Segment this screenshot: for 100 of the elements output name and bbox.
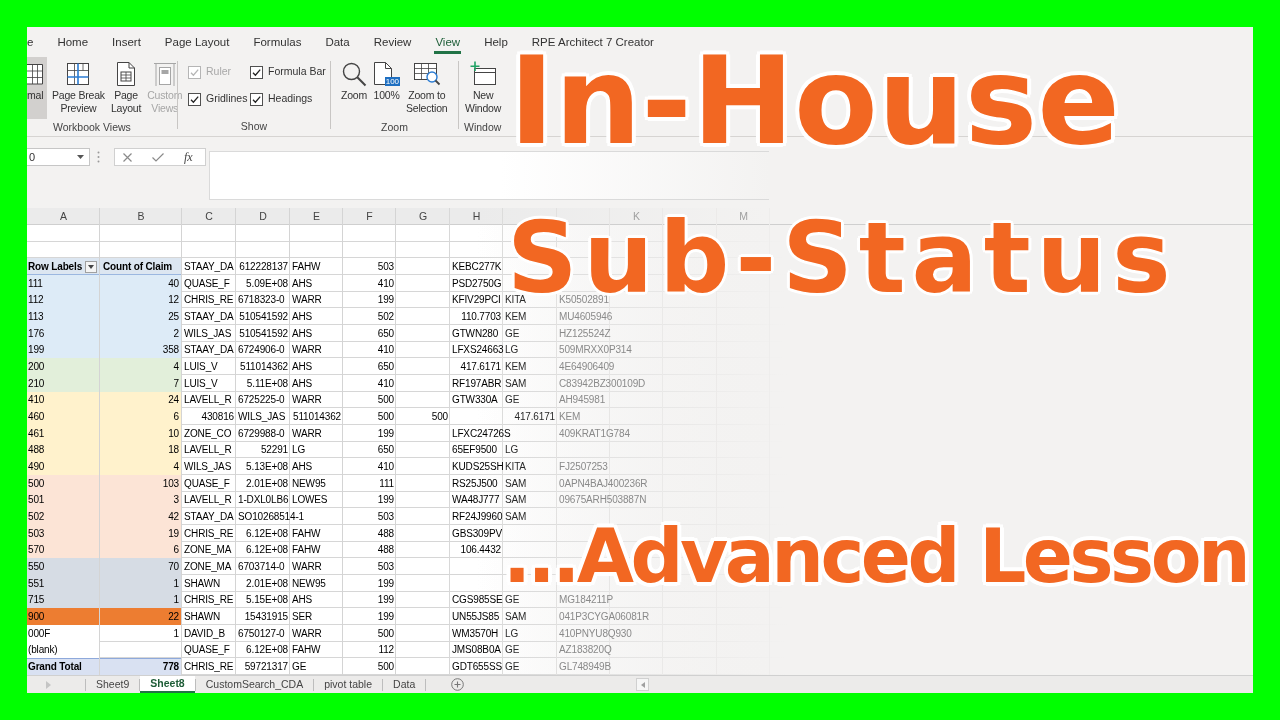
column-header[interactable]: B <box>137 211 145 221</box>
table-cell: LUIS_V <box>184 378 218 388</box>
row-label-cell[interactable]: 550 <box>27 558 100 575</box>
table-cell: 511014362 <box>240 362 288 372</box>
checkbox[interactable] <box>250 92 263 106</box>
column-header[interactable]: H <box>472 211 481 221</box>
ribbon-button[interactable]: Zoom to Selection <box>405 57 449 119</box>
table-cell: KEM <box>505 312 527 322</box>
ribbon-button[interactable]: Page Break Preview <box>51 57 106 119</box>
ribbon-tab[interactable]: Data <box>313 31 362 54</box>
table-cell: 509MRXX0P314 <box>559 345 632 355</box>
table-cell: SAM <box>505 495 527 505</box>
table-cell: RF24J9960 <box>452 512 503 521</box>
table-cell: 111 <box>379 478 394 488</box>
ribbon-button[interactable]: Page Layout <box>109 57 143 119</box>
ribbon-button[interactable]: Zoom <box>340 57 369 119</box>
row-label-cell[interactable]: 200 <box>27 358 100 375</box>
ribbon-button[interactable]: 100 100% <box>372 57 402 119</box>
table-cell: LG <box>292 445 306 455</box>
cross-icon[interactable] <box>123 152 132 162</box>
ribbon-tab[interactable]: Insert <box>100 31 153 54</box>
row-label-cell[interactable]: 570 <box>27 541 100 559</box>
ribbon-tab[interactable]: Review <box>361 31 424 54</box>
column-header[interactable]: C <box>205 211 213 221</box>
custom-views-icon <box>151 61 178 87</box>
table-cell: LOWES <box>292 495 328 505</box>
ribbon-button[interactable]: New Window <box>465 57 502 119</box>
table-cell: 488 <box>377 528 394 538</box>
ribbon-tab[interactable]: View <box>423 31 473 54</box>
table-cell: CHRIS_RE <box>184 595 234 605</box>
table-cell: AHS <box>292 462 313 472</box>
table-cell: 6703714-0 <box>238 561 285 571</box>
count-cell: 4 <box>100 358 182 375</box>
table-cell: 52291 <box>260 445 288 455</box>
row-label-cell[interactable]: 502 <box>27 508 100 525</box>
column-header[interactable]: A <box>60 211 67 221</box>
scroll-left-button[interactable] <box>636 678 650 691</box>
table-cell: 503 <box>377 512 394 521</box>
filter-button[interactable] <box>85 260 97 273</box>
page-break-icon <box>66 62 91 86</box>
table-cell: FAHW <box>292 262 321 272</box>
row-label-cell[interactable]: 113 <box>27 308 100 325</box>
table-cell: 65EF9500 <box>452 445 497 455</box>
ribbon-tab[interactable]: Page Layout <box>152 31 242 54</box>
grid-icon <box>27 63 43 85</box>
add-sheet-icon[interactable] <box>451 678 465 691</box>
checkbox-label[interactable]: Gridlines <box>206 91 248 107</box>
table-cell: MG184211P <box>559 595 614 605</box>
ribbon-tab[interactable]: Home <box>45 31 101 54</box>
checkbox[interactable] <box>188 92 201 106</box>
ribbon-tab[interactable]: RPE Architect 7 Creator <box>519 31 666 54</box>
check-icon[interactable] <box>152 152 164 162</box>
insert-function-button[interactable]: fx <box>184 150 193 164</box>
table-cell: MU4605946 <box>559 312 613 322</box>
table-cell: 650 <box>377 362 394 372</box>
table-cell: CHRIS_RE <box>184 661 234 671</box>
count-cell: 22 <box>100 608 182 625</box>
sheet-tab[interactable]: Sheet9 <box>86 676 140 693</box>
ribbon-tab[interactable]: Help <box>472 31 520 54</box>
column-header[interactable]: G <box>418 211 428 221</box>
ribbon-tab[interactable]: Formulas <box>241 31 314 54</box>
column-header[interactable]: D <box>259 211 267 221</box>
table-cell: 6.12E+08 <box>246 545 288 555</box>
table-cell: CHRIS_RE <box>184 528 234 538</box>
table-cell: 650 <box>377 328 394 338</box>
row-label-cell[interactable]: 460 <box>27 408 100 425</box>
name-box[interactable]: 0 <box>27 148 90 166</box>
checkbox[interactable] <box>250 65 263 79</box>
column-header[interactable]: E <box>313 211 320 221</box>
caret-down-icon <box>77 155 84 159</box>
row-label-cell[interactable]: (blank) <box>27 641 100 659</box>
formula-input[interactable] <box>209 151 769 200</box>
group-label: Workbook Views <box>53 119 131 135</box>
table-cell: WILS_JAS <box>184 462 232 472</box>
table-cell: GDT655SS <box>452 661 502 671</box>
table-cell: STAAY_DA <box>184 512 234 521</box>
checkbox-label[interactable]: Headings <box>268 91 313 107</box>
table-cell: CGS985SE <box>452 595 503 605</box>
table-cell: DAVID_B <box>184 628 225 638</box>
table-cell: NEW95 <box>292 578 326 588</box>
row-label-cell[interactable]: 490 <box>27 458 100 475</box>
table-cell: JMS08B0A <box>452 645 501 655</box>
table-cell: 2.01E+08 <box>246 478 288 488</box>
table-cell: GE <box>292 661 307 671</box>
more-options-icon[interactable] <box>97 151 100 163</box>
column-header[interactable]: F <box>366 211 373 221</box>
table-cell: RF197ABR <box>452 378 502 388</box>
checkbox-label[interactable]: Formula Bar <box>268 64 326 80</box>
sheet-tab[interactable]: CustomSearch_CDA <box>195 676 314 693</box>
ribbon-button[interactable]: mal <box>27 57 47 119</box>
table-cell: 409KRAT1G784 <box>559 428 630 438</box>
sheet-tab[interactable]: Sheet8 <box>140 676 195 693</box>
sheet-tab[interactable]: pivot table <box>314 676 383 693</box>
table-cell: LG <box>505 445 519 455</box>
sheet-tab[interactable]: Data <box>383 676 426 693</box>
row-label-cell[interactable]: 715 <box>27 591 100 609</box>
search-icon <box>341 61 367 87</box>
ribbon-tab[interactable]: e <box>27 31 46 54</box>
table-cell: 112 <box>378 645 394 655</box>
row-label-cell[interactable]: 900 <box>27 608 100 625</box>
